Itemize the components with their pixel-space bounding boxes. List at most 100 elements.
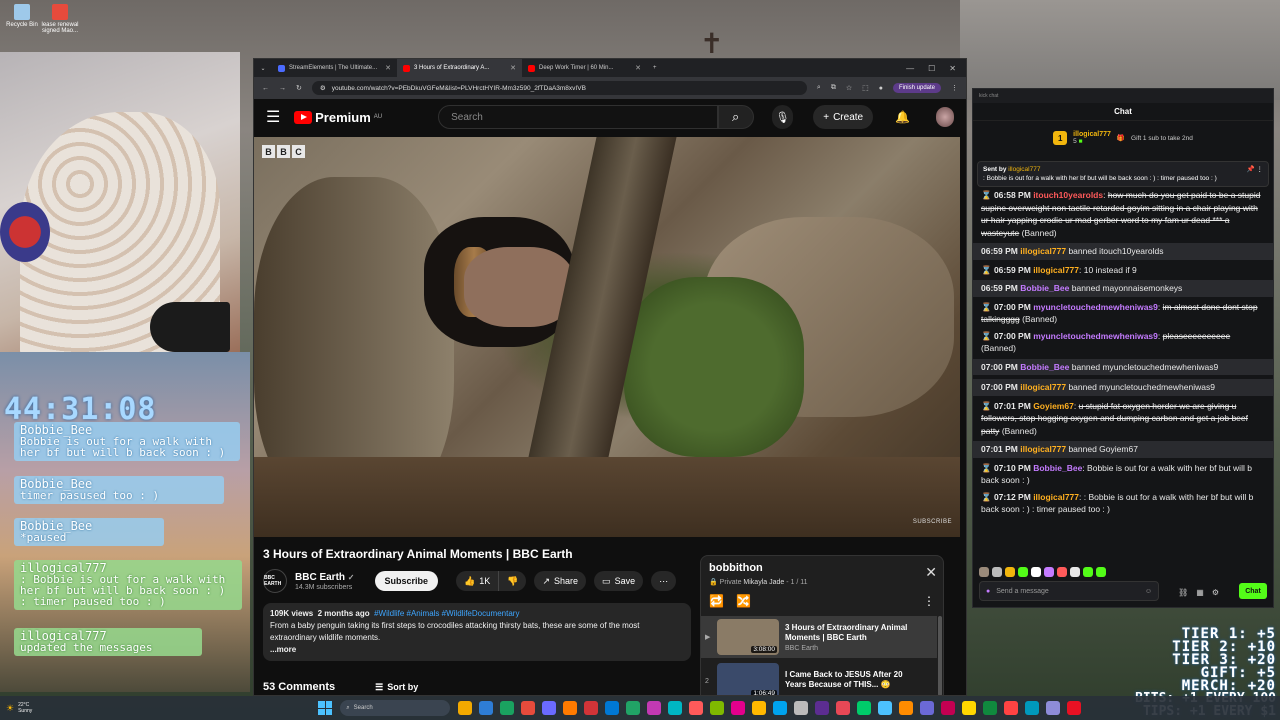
gift-cta[interactable]: Gift 1 sub to take 2nd — [1131, 135, 1193, 142]
tab-close-icon[interactable]: ✕ — [510, 64, 516, 72]
taskbar-app-icon[interactable] — [500, 701, 515, 715]
desktop-icon[interactable]: lease renewal signed Mao... — [40, 4, 80, 34]
extensions-icon[interactable]: ⬚ — [862, 84, 869, 92]
taskbar-app-icon[interactable] — [521, 701, 536, 715]
chat-username[interactable]: myuncletouchedmewheniwas9 — [1033, 302, 1158, 312]
chat-username[interactable]: itouch10yearolds — [1033, 190, 1103, 200]
taskbar-app-icon[interactable] — [563, 701, 578, 715]
browser-menu-icon[interactable]: ⋮ — [951, 84, 958, 92]
new-tab-button[interactable]: + — [647, 65, 663, 71]
minimize-icon[interactable]: — — [906, 64, 914, 73]
share-button[interactable]: ↗ Share — [534, 571, 587, 591]
taskbar-app-icon[interactable] — [836, 701, 851, 715]
chat-username[interactable]: Goyiem67 — [1033, 401, 1074, 411]
playlist-title[interactable]: bobbithon — [709, 562, 763, 574]
chat-username[interactable]: Bobbie_Bee — [1020, 362, 1069, 372]
taskbar-search[interactable]: ⌕ Search — [340, 700, 451, 716]
taskbar-app-icon[interactable] — [710, 701, 725, 715]
settings-gear-icon[interactable]: ⚙ — [1212, 588, 1219, 597]
chat-username[interactable]: illogical777 — [1033, 492, 1079, 502]
taskbar-app-icon[interactable] — [773, 701, 788, 715]
desktop-icon[interactable]: Recycle Bin — [2, 4, 42, 28]
chat-send-button[interactable]: Chat — [1239, 583, 1267, 599]
taskbar-app-icon[interactable] — [458, 701, 473, 715]
taskbar-app-icon[interactable] — [689, 701, 704, 715]
calendar-icon[interactable]: ▦ — [1196, 588, 1204, 597]
hashtags[interactable]: #Wildlife #Animals #WildlifeDocumentary — [374, 609, 519, 618]
taskbar-app-icon[interactable] — [878, 701, 893, 715]
close-playlist-icon[interactable]: ✕ — [925, 564, 937, 581]
taskbar-app-icon[interactable] — [920, 701, 935, 715]
taskbar-app-icon[interactable] — [1046, 701, 1061, 715]
taskbar-app-icon[interactable] — [815, 701, 830, 715]
taskbar-app-icon[interactable] — [647, 701, 662, 715]
like-button[interactable]: 👍 1K — [456, 571, 500, 591]
search-input[interactable]: Search — [438, 105, 718, 129]
taskbar-app-icon[interactable] — [1004, 701, 1019, 715]
search-button[interactable]: ⌕ — [717, 105, 754, 129]
create-button[interactable]: + Create — [813, 105, 874, 129]
show-more-link[interactable]: ...more — [270, 644, 684, 656]
site-info-icon[interactable]: ⚙ — [320, 84, 326, 92]
maximize-icon[interactable]: ☐ — [928, 64, 935, 73]
finish-update-button[interactable]: Finish update — [892, 83, 941, 93]
emoji-icon[interactable]: ☺ — [1145, 588, 1152, 595]
pinned-message[interactable]: Sent by illogical777 📌 ⋮ : Bobbie is out… — [977, 161, 1269, 187]
top-gifter[interactable]: 1 illogical777 5 ■ 🎁 Gift 1 sub to take … — [973, 121, 1273, 155]
taskbar-app-icon[interactable] — [983, 701, 998, 715]
back-icon[interactable]: ← — [262, 85, 269, 92]
notifications-bell-icon[interactable]: 🔔 — [895, 110, 910, 124]
tab-close-icon[interactable]: ✕ — [385, 64, 391, 72]
browser-tab[interactable]: Deep Work Timer | 60 Min... ✕ — [522, 59, 647, 77]
save-button[interactable]: ▭ Save — [594, 571, 644, 591]
voice-search-button[interactable]: 🎙 — [771, 105, 794, 129]
taskbar-app-icon[interactable] — [1025, 701, 1040, 715]
tab-search-icon[interactable]: ⌄ — [254, 65, 272, 72]
chat-username[interactable]: myuncletouchedmewheniwas9 — [1033, 331, 1158, 341]
dislike-button[interactable]: 👎 — [499, 571, 527, 591]
reload-icon[interactable]: ↻ — [296, 84, 302, 92]
emote-icon[interactable] — [1044, 567, 1054, 577]
loop-icon[interactable]: 🔁 — [709, 594, 724, 608]
account-avatar[interactable] — [936, 107, 954, 127]
playlist-scrollbar[interactable] — [938, 616, 942, 695]
emote-icon[interactable] — [1031, 567, 1041, 577]
chat-username[interactable]: illogical777 — [1020, 246, 1066, 256]
video-player[interactable]: B B C SUBSCRIBE — [254, 137, 960, 537]
taskbar-app-icon[interactable] — [941, 701, 956, 715]
link-icon[interactable]: ⛓ — [1178, 588, 1188, 597]
playlist-item[interactable]: 2 1:06:49 I Came Back to JESUS After 20 Ye… — [701, 660, 937, 695]
emote-icon[interactable] — [1018, 567, 1028, 577]
taskbar-app-icon[interactable] — [668, 701, 683, 715]
close-window-icon[interactable]: ✕ — [949, 64, 956, 73]
menu-icon[interactable]: ☰ — [266, 107, 282, 127]
sort-by-button[interactable]: ☰ Sort by — [375, 682, 418, 693]
taskbar-app-icon[interactable] — [731, 701, 746, 715]
taskbar-app-icon[interactable] — [857, 701, 872, 715]
taskbar-app-icon[interactable] — [794, 701, 809, 715]
subscribe-watermark[interactable]: SUBSCRIBE — [913, 519, 952, 525]
microphone-icon[interactable]: ● — [986, 588, 990, 595]
youtube-logo[interactable]: Premium AU — [294, 110, 382, 125]
emote-icon[interactable] — [1005, 567, 1015, 577]
channel-name[interactable]: BBC Earth — [295, 572, 345, 583]
browser-tab[interactable]: 3 Hours of Extraordinary A... ✕ — [397, 59, 522, 77]
emote-icon[interactable] — [1057, 567, 1067, 577]
chat-username[interactable]: Bobbie_Bee — [1033, 463, 1082, 473]
bookmark-star-icon[interactable]: ☆ — [846, 84, 852, 92]
url-input[interactable]: ⚙ youtube.com/watch?v=PEbDkuVGFeM&list=P… — [311, 81, 807, 95]
taskbar-app-icon[interactable] — [479, 701, 494, 715]
taskbar-app-icon[interactable] — [1067, 701, 1082, 715]
chat-username[interactable]: illogical777 — [1020, 382, 1066, 392]
taskbar-app-icon[interactable] — [626, 701, 641, 715]
chat-username[interactable]: illogical777 — [1033, 265, 1079, 275]
emote-icon[interactable] — [979, 567, 989, 577]
zoom-icon[interactable]: ⌕ — [817, 84, 821, 92]
playlist-owner[interactable]: Mikayla Jade — [743, 579, 784, 586]
chat-username[interactable]: illogical777 — [1020, 444, 1066, 454]
profile-icon[interactable]: ● — [879, 85, 883, 92]
chat-username[interactable]: Bobbie_Bee — [1020, 283, 1069, 293]
taskbar-app-icon[interactable] — [899, 701, 914, 715]
shuffle-icon[interactable]: 🔀 — [736, 594, 751, 608]
taskbar-app-icon[interactable] — [962, 701, 977, 715]
